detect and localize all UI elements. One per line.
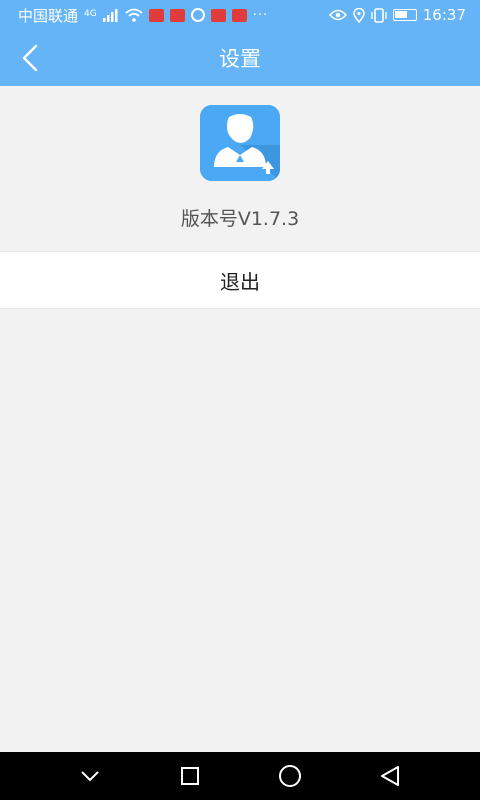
recent-apps-button[interactable] xyxy=(170,756,210,796)
location-icon xyxy=(352,7,365,23)
shop-app-icon xyxy=(231,8,247,22)
signal-icon xyxy=(102,9,118,22)
title-bar: 设置 xyxy=(0,30,480,86)
battery-icon xyxy=(392,9,417,21)
logout-button[interactable]: 退出 xyxy=(0,251,480,309)
chevron-left-icon xyxy=(22,44,38,72)
chevron-down-icon xyxy=(81,771,99,782)
app-logo-icon xyxy=(200,105,280,181)
wifi-icon xyxy=(125,8,143,22)
back-button[interactable] xyxy=(12,40,48,76)
hide-nav-button[interactable] xyxy=(70,756,110,796)
version-label: 版本号V1.7.3 xyxy=(180,208,300,230)
network-type-label: 4G xyxy=(84,8,97,19)
about-section: 版本号V1.7.3 xyxy=(0,86,480,251)
system-nav-bar xyxy=(0,752,480,800)
circle-icon xyxy=(279,765,301,787)
browser-icon xyxy=(190,8,205,22)
home-button[interactable] xyxy=(270,756,310,796)
status-bar: 中国联通 4G ··· 16:37 xyxy=(0,0,480,30)
eye-icon xyxy=(328,9,347,21)
system-back-button[interactable] xyxy=(370,756,410,796)
vibrate-icon xyxy=(371,7,387,23)
triangle-back-icon xyxy=(381,766,399,786)
status-left: 中国联通 4G ··· xyxy=(18,5,268,26)
news-app-icon xyxy=(169,8,185,22)
book-app-icon xyxy=(210,8,226,22)
user-avatar-icon xyxy=(200,105,280,181)
clock-label: 16:37 xyxy=(422,6,466,24)
square-icon xyxy=(181,767,199,785)
status-right: 16:37 xyxy=(328,6,466,24)
page-title: 设置 xyxy=(219,47,261,71)
app-notification-icon xyxy=(148,8,164,22)
carrier-label: 中国联通 xyxy=(18,6,79,25)
more-notifications-icon: ··· xyxy=(252,7,269,23)
